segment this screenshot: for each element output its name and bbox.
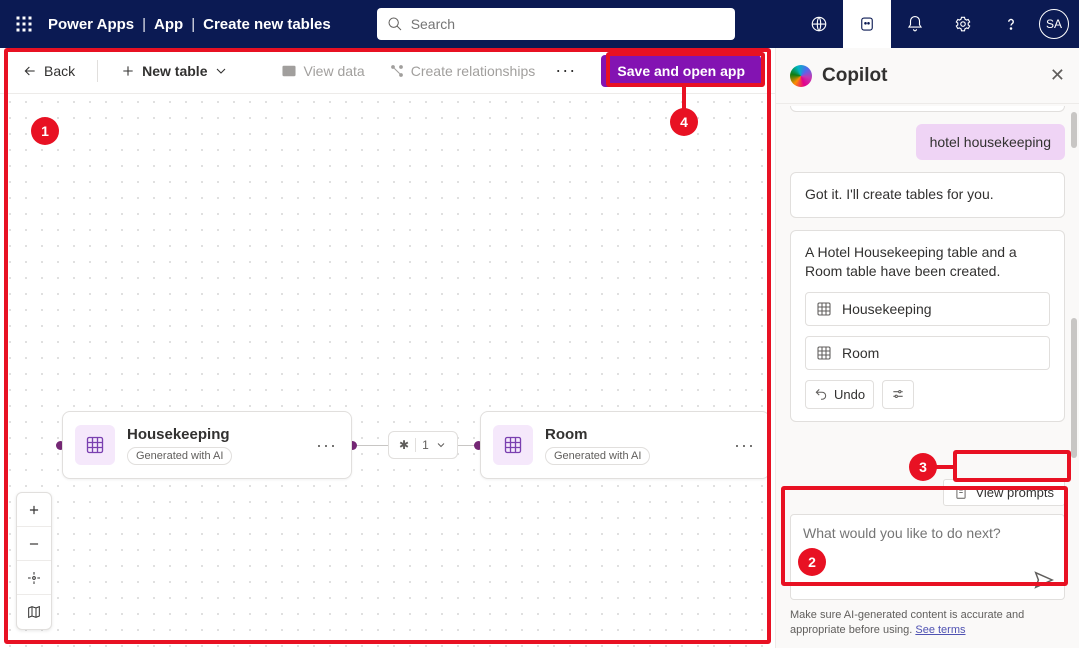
environment-icon[interactable] [795,0,843,48]
ai-result-text: A Hotel Housekeeping table and a Room ta… [805,243,1050,282]
grid-icon [816,301,832,317]
callout-marker-2: 2 [798,548,826,576]
callout-connector-3 [936,465,953,469]
undo-icon [814,387,828,401]
help-icon[interactable] [987,0,1035,48]
sliders-icon [891,387,905,401]
copilot-conversation: hotel housekeeping Got it. I'll create t… [776,104,1079,471]
top-nav: Power Apps | App | Create new tables SA [0,0,1079,48]
callout-box-3 [953,450,1071,482]
search-input[interactable] [411,16,725,32]
crumb-sep: | [191,16,195,33]
callout-box-1 [4,48,771,644]
callout-marker-1: 1 [31,117,59,145]
callout-box-2 [781,486,1068,586]
callout-marker-4: 4 [670,108,698,136]
crumb-page[interactable]: Create new tables [203,16,331,33]
ai-message: Got it. I'll create tables for you. [790,172,1065,218]
user-avatar[interactable]: SA [1039,9,1069,39]
chip-label: Room [842,345,879,361]
adjust-button[interactable] [882,380,914,409]
copilot-header: Copilot ✕ [776,48,1079,104]
table-chip-room[interactable]: Room [805,336,1050,370]
search-icon [387,16,403,32]
crumb-section[interactable]: App [154,16,183,33]
scrollbar-thumb[interactable] [1071,318,1077,458]
user-message: hotel housekeeping [916,124,1065,160]
ai-result-block: A Hotel Housekeeping table and a Room ta… [790,230,1065,422]
notifications-icon[interactable] [891,0,939,48]
crumb-sep: | [142,16,146,33]
see-terms-link[interactable]: See terms [915,624,965,636]
settings-icon[interactable] [939,0,987,48]
copilot-nav-icon[interactable] [843,0,891,48]
nav-icon-bar: SA [795,0,1079,48]
grid-icon [816,345,832,361]
scrollbar-thumb[interactable] [1071,112,1077,148]
close-icon[interactable]: ✕ [1050,65,1065,86]
undo-button[interactable]: Undo [805,380,874,409]
chip-label: Housekeeping [842,301,932,317]
callout-marker-3: 3 [909,453,937,481]
callout-box-4 [606,52,765,87]
breadcrumb: Power Apps | App | Create new tables [48,16,331,33]
undo-label: Undo [834,387,865,402]
crumb-app[interactable]: Power Apps [48,16,134,33]
copilot-title: Copilot [822,65,887,87]
ai-disclaimer: Make sure AI-generated content is accura… [790,608,1065,638]
app-launcher-icon[interactable] [0,0,48,48]
search-box[interactable] [377,8,735,40]
copilot-logo-icon [790,65,812,87]
table-chip-housekeeping[interactable]: Housekeeping [805,292,1050,326]
